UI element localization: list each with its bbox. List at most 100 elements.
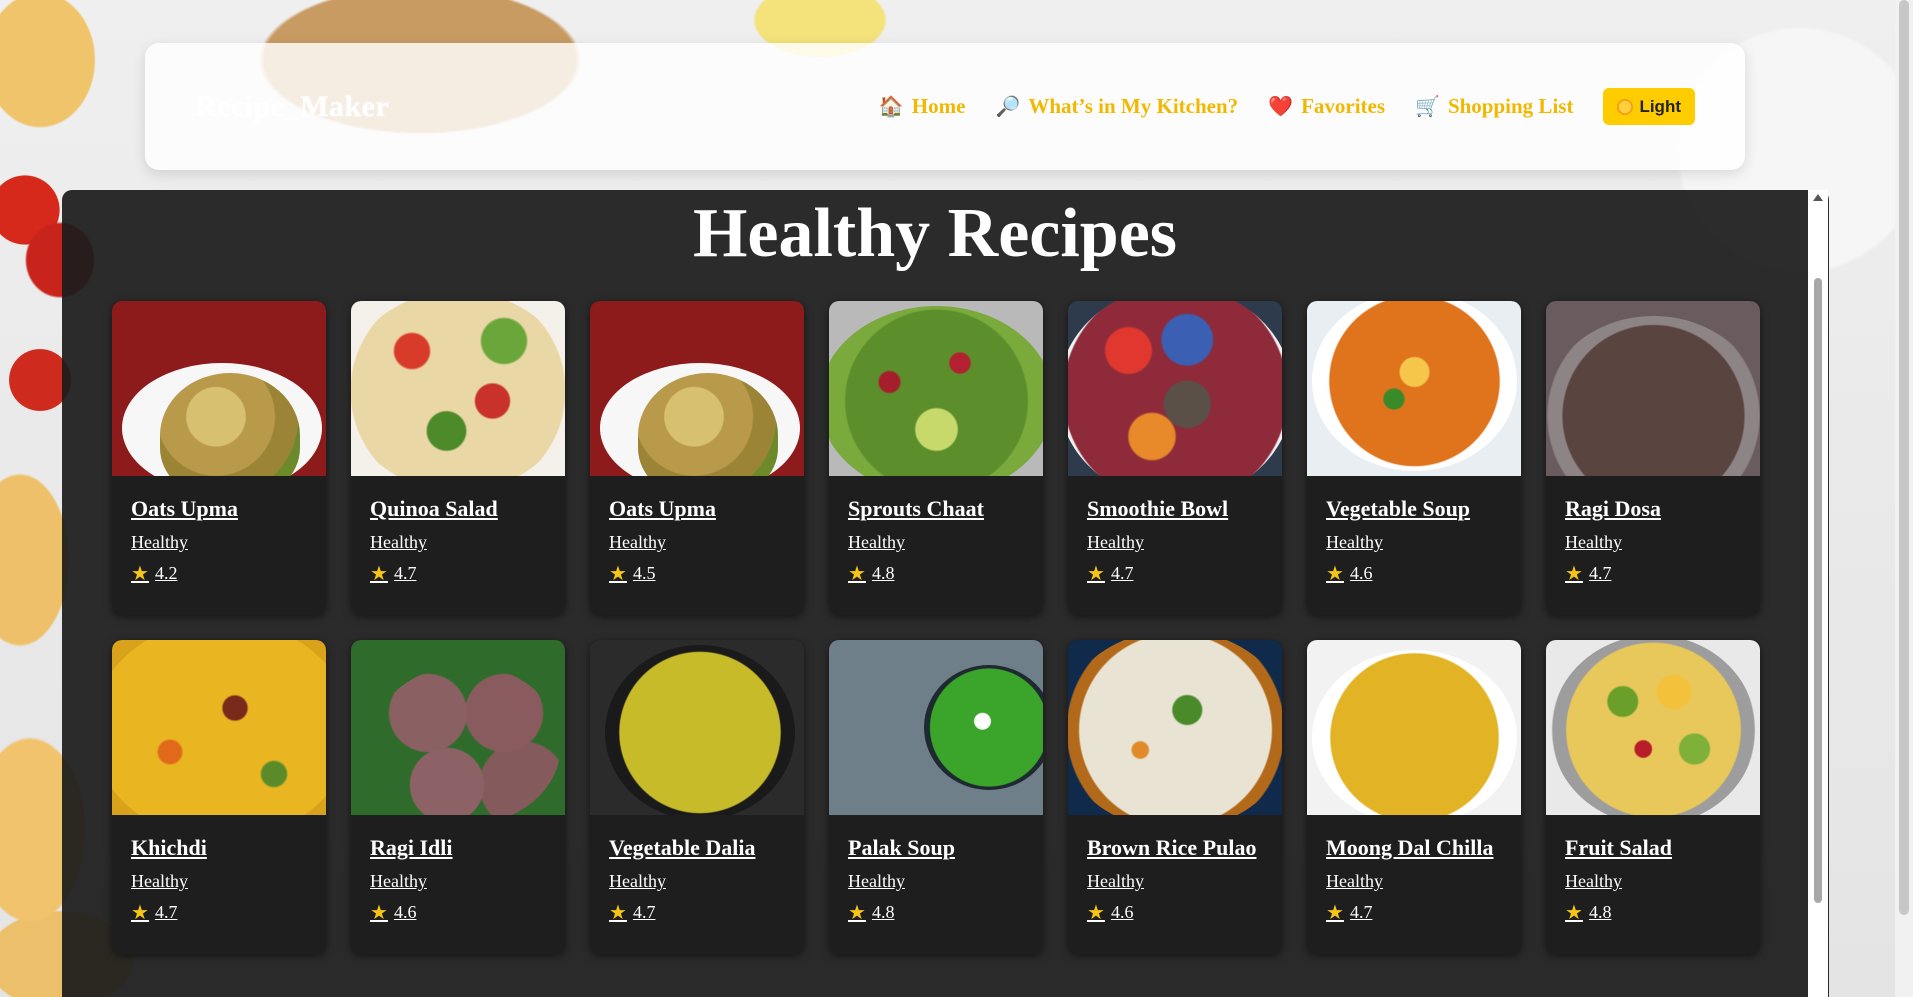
recipe-card[interactable]: Oats Upma Healthy ★ 4.5: [590, 301, 804, 615]
recipe-name-link[interactable]: Brown Rice Pulao: [1087, 834, 1264, 861]
recipe-rating[interactable]: ★ 4.6: [370, 900, 547, 925]
recipe-card[interactable]: Moong Dal Chilla Healthy ★ 4.7: [1307, 640, 1521, 954]
recipe-image[interactable]: [1546, 301, 1760, 476]
recipe-image[interactable]: [590, 301, 804, 476]
panel-scrollbar[interactable]: [1808, 190, 1828, 997]
recipe-image[interactable]: [112, 301, 326, 476]
recipe-name-link[interactable]: Sprouts Chaat: [848, 495, 1025, 522]
recipe-card[interactable]: Brown Rice Pulao Healthy ★ 4.6: [1068, 640, 1282, 954]
recipe-category[interactable]: Healthy: [370, 532, 547, 553]
recipe-name-link[interactable]: Vegetable Dalia: [609, 834, 786, 861]
recipe-image[interactable]: [1068, 301, 1282, 476]
recipe-image[interactable]: [590, 640, 804, 815]
recipe-card-body: Vegetable Soup Healthy ★ 4.6: [1307, 476, 1521, 586]
recipe-rating[interactable]: ★ 4.7: [131, 900, 308, 925]
recipe-image[interactable]: [351, 640, 565, 815]
recipe-name-link[interactable]: Fruit Salad: [1565, 834, 1742, 861]
cart-icon: 🛒: [1415, 96, 1440, 118]
recipe-card[interactable]: Khichdi Healthy ★ 4.7: [112, 640, 326, 954]
nav-shopping-list[interactable]: 🛒 Shopping List: [1415, 94, 1573, 119]
recipe-card-body: Oats Upma Healthy ★ 4.5: [590, 476, 804, 586]
recipe-card[interactable]: Palak Soup Healthy ★ 4.8: [829, 640, 1043, 954]
recipe-name-link[interactable]: Moong Dal Chilla: [1326, 834, 1503, 861]
brand-logo[interactable]: Recipe_Maker: [195, 90, 389, 124]
recipe-category[interactable]: Healthy: [370, 871, 547, 892]
recipe-rating[interactable]: ★ 4.2: [131, 561, 308, 586]
recipe-image[interactable]: [1068, 640, 1282, 815]
recipe-category[interactable]: Healthy: [1326, 871, 1503, 892]
recipe-name-link[interactable]: Oats Upma: [609, 495, 786, 522]
recipe-image[interactable]: [829, 301, 1043, 476]
nav-favorites[interactable]: ❤️ Favorites: [1268, 94, 1385, 119]
food-dish: [924, 665, 1043, 790]
rating-value: 4.7: [1349, 902, 1373, 922]
recipe-rating[interactable]: ★ 4.8: [848, 900, 1025, 925]
recipe-rating[interactable]: ★ 4.6: [1326, 561, 1503, 586]
recipe-name-link[interactable]: Ragi Dosa: [1565, 495, 1742, 522]
recipe-image[interactable]: [1546, 640, 1760, 815]
recipe-rating[interactable]: ★ 4.8: [848, 561, 1025, 586]
food-dish: [1312, 301, 1517, 471]
recipe-card[interactable]: Ragi Idli Healthy ★ 4.6: [351, 640, 565, 954]
recipe-category[interactable]: Healthy: [609, 871, 786, 892]
recipe-category[interactable]: Healthy: [609, 532, 786, 553]
recipe-category[interactable]: Healthy: [1565, 532, 1742, 553]
recipe-card[interactable]: Sprouts Chaat Healthy ★ 4.8: [829, 301, 1043, 615]
upma-mound: [638, 373, 778, 476]
recipe-card[interactable]: Vegetable Dalia Healthy ★ 4.7: [590, 640, 804, 954]
recipe-image[interactable]: [1307, 640, 1521, 815]
recipe-image[interactable]: [1307, 301, 1521, 476]
food-dish: [112, 640, 326, 815]
recipe-category[interactable]: Healthy: [848, 871, 1025, 892]
panel-scrollbar-thumb[interactable]: [1814, 278, 1822, 903]
food-dish: [600, 363, 800, 476]
recipe-category[interactable]: Healthy: [1565, 871, 1742, 892]
sun-icon: [1617, 98, 1634, 115]
recipe-card[interactable]: Smoothie Bowl Healthy ★ 4.7: [1068, 301, 1282, 615]
recipe-name-link[interactable]: Oats Upma: [131, 495, 308, 522]
recipe-name-link[interactable]: Ragi Idli: [370, 834, 547, 861]
recipe-name-link[interactable]: Palak Soup: [848, 834, 1025, 861]
recipe-image[interactable]: [829, 640, 1043, 815]
recipe-rating[interactable]: ★ 4.7: [1326, 900, 1503, 925]
recipe-category[interactable]: Healthy: [131, 532, 308, 553]
recipe-category[interactable]: Healthy: [848, 532, 1025, 553]
nav-whats-in-my-kitchen[interactable]: 🔎 What’s in My Kitchen?: [995, 94, 1238, 119]
recipe-category[interactable]: Healthy: [131, 871, 308, 892]
recipe-rating[interactable]: ★ 4.8: [1565, 900, 1742, 925]
recipe-card-body: Quinoa Salad Healthy ★ 4.7: [351, 476, 565, 586]
recipe-name-link[interactable]: Quinoa Salad: [370, 495, 547, 522]
recipe-rating[interactable]: ★ 4.7: [370, 561, 547, 586]
recipe-category[interactable]: Healthy: [1087, 871, 1264, 892]
theme-toggle-button[interactable]: Light: [1603, 88, 1695, 125]
recipe-rating[interactable]: ★ 4.5: [609, 561, 786, 586]
recipe-card[interactable]: Oats Upma Healthy ★ 4.2: [112, 301, 326, 615]
page-scrollbar-thumb[interactable]: [1899, 0, 1909, 915]
recipe-rating[interactable]: ★ 4.6: [1087, 900, 1264, 925]
star-icon: ★: [1565, 902, 1583, 924]
recipe-name-link[interactable]: Khichdi: [131, 834, 308, 861]
star-icon: ★: [131, 563, 149, 585]
recipe-card[interactable]: Vegetable Soup Healthy ★ 4.6: [1307, 301, 1521, 615]
star-icon: ★: [1565, 563, 1583, 585]
recipe-rating[interactable]: ★ 4.7: [609, 900, 786, 925]
recipe-image[interactable]: [112, 640, 326, 815]
nav-home[interactable]: 🏠 Home: [879, 94, 966, 119]
star-icon: ★: [1087, 902, 1105, 924]
recipe-card-body: Oats Upma Healthy ★ 4.2: [112, 476, 326, 586]
recipe-name-link[interactable]: Vegetable Soup: [1326, 495, 1503, 522]
recipe-card[interactable]: Fruit Salad Healthy ★ 4.8: [1546, 640, 1760, 954]
recipe-card[interactable]: Ragi Dosa Healthy ★ 4.7: [1546, 301, 1760, 615]
page-scrollbar[interactable]: [1895, 0, 1913, 997]
recipe-category[interactable]: Healthy: [1326, 532, 1503, 553]
scroll-up-arrow-icon[interactable]: [1813, 194, 1823, 201]
rating-value: 4.7: [1588, 563, 1612, 583]
recipe-card-body: Ragi Dosa Healthy ★ 4.7: [1546, 476, 1760, 586]
recipe-image[interactable]: [351, 301, 565, 476]
recipe-rating[interactable]: ★ 4.7: [1087, 561, 1264, 586]
food-dish: [1546, 316, 1760, 476]
recipe-name-link[interactable]: Smoothie Bowl: [1087, 495, 1264, 522]
recipe-rating[interactable]: ★ 4.7: [1565, 561, 1742, 586]
recipe-card[interactable]: Quinoa Salad Healthy ★ 4.7: [351, 301, 565, 615]
recipe-category[interactable]: Healthy: [1087, 532, 1264, 553]
